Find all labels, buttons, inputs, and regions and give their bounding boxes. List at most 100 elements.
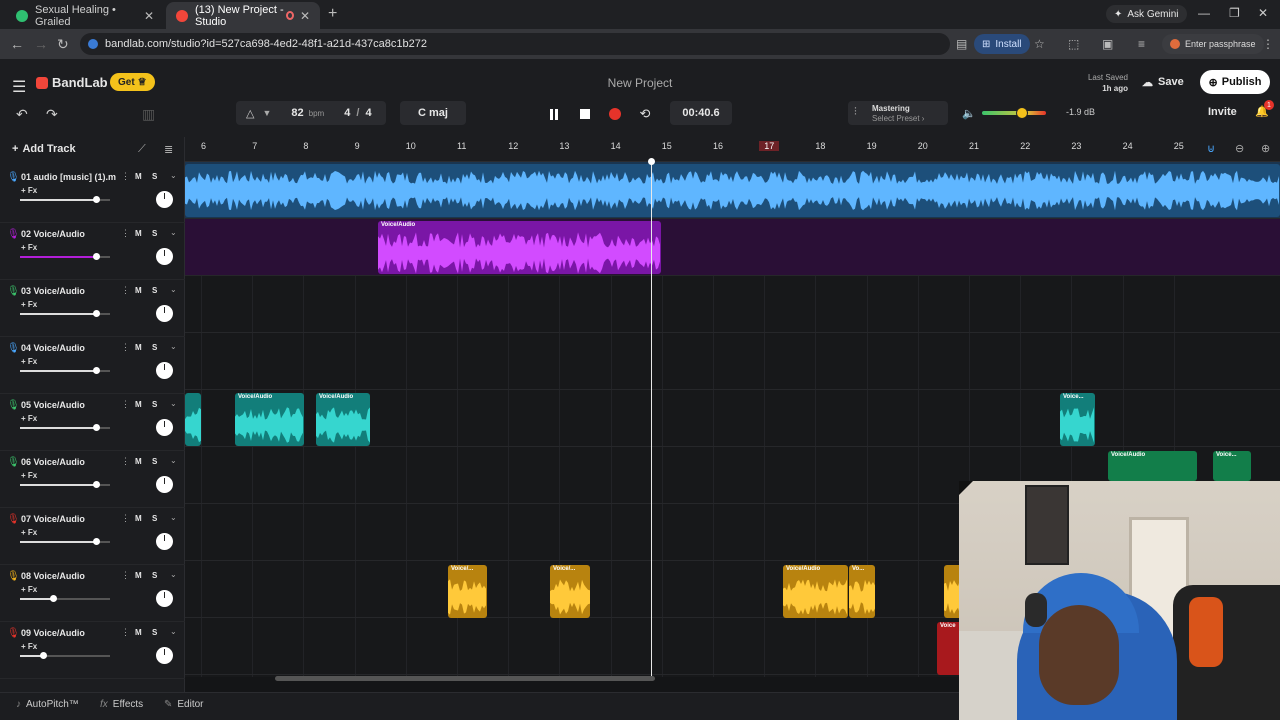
timeline-ruler[interactable]: 6 7 8 9 10 11 12 13 14 15 16 17 18 19 20 21 22 23 24 25 ⊍ ⊖… — [185, 137, 1280, 162]
undo-icon[interactable]: ↶ — [16, 106, 28, 123]
media-controls-icon[interactable]: ≡ — [1138, 37, 1145, 51]
track-name[interactable]: 07 Voice/Audio — [21, 514, 116, 524]
mixer-icon[interactable]: ▥ — [142, 106, 155, 123]
volume-handle[interactable] — [92, 196, 100, 203]
mute-button[interactable]: M — [135, 172, 142, 181]
restore-icon[interactable]: ❐ — [1229, 6, 1240, 20]
master-volume-knob[interactable] — [1015, 107, 1028, 119]
track-name[interactable]: 03 Voice/Audio — [21, 286, 116, 296]
volume-handle[interactable] — [50, 595, 58, 602]
solo-button[interactable]: S — [152, 172, 157, 181]
bpm-value[interactable]: 82 — [291, 107, 303, 119]
add-fx-button[interactable]: + Fx — [21, 642, 37, 651]
track-lane[interactable] — [185, 333, 1280, 390]
chevron-down-icon[interactable]: ⌄ — [170, 342, 177, 351]
pan-knob[interactable] — [156, 248, 173, 265]
track-header[interactable]: 🎙 02 Voice/Audio + Fx ⋮ M S ⌄ — [0, 223, 185, 280]
chevron-down-icon[interactable]: ⌄ — [170, 570, 177, 579]
mastering-preset-button[interactable]: ⫶ Mastering Select Preset › — [848, 101, 948, 125]
save-button[interactable]: ☁ Save — [1134, 71, 1192, 93]
track-lane[interactable] — [185, 276, 1280, 333]
volume-handle[interactable] — [40, 652, 48, 659]
chevron-down-icon[interactable]: ▼ — [262, 108, 271, 118]
zoom-in-icon[interactable]: ⊕ — [1261, 142, 1270, 155]
track-more-icon[interactable]: ⋮ — [121, 627, 130, 638]
extensions-icon[interactable]: ⬚ — [1068, 37, 1079, 51]
mute-button[interactable]: M — [135, 229, 142, 238]
add-fx-button[interactable]: + Fx — [21, 471, 37, 480]
loop-icon[interactable]: ⟲ — [637, 106, 653, 122]
track-volume-slider[interactable] — [20, 424, 110, 431]
close-tab-icon[interactable]: ✕ — [300, 9, 310, 23]
tempo-control[interactable]: △ ▼ 82 bpm 4 / 4 — [236, 101, 386, 125]
get-membership-button[interactable]: Get ♕ — [110, 73, 155, 91]
minimize-icon[interactable]: — — [1198, 6, 1210, 20]
solo-button[interactable]: S — [152, 628, 157, 637]
track-volume-slider[interactable] — [20, 367, 110, 374]
add-fx-button[interactable]: + Fx — [21, 186, 37, 195]
metronome-icon[interactable]: △ — [246, 107, 254, 120]
track-more-icon[interactable]: ⋮ — [121, 456, 130, 467]
chevron-down-icon[interactable]: ⌄ — [170, 171, 177, 180]
pan-knob[interactable] — [156, 305, 173, 322]
add-fx-button[interactable]: + Fx — [21, 357, 37, 366]
profile-passphrase-button[interactable]: Enter passphrase — [1162, 34, 1264, 54]
add-fx-button[interactable]: + Fx — [21, 300, 37, 309]
track-volume-slider[interactable] — [20, 595, 110, 602]
solo-button[interactable]: S — [152, 400, 157, 409]
pan-knob[interactable] — [156, 590, 173, 607]
snap-magnet-icon[interactable]: ⊍ — [1207, 142, 1215, 155]
volume-handle[interactable] — [92, 538, 100, 545]
pan-knob[interactable] — [156, 533, 173, 550]
ask-gemini-button[interactable]: ✦ Ask Gemini — [1106, 5, 1187, 23]
redo-icon[interactable]: ↷ — [46, 106, 58, 123]
add-fx-button[interactable]: + Fx — [21, 585, 37, 594]
zoom-out-icon[interactable]: ⊖ — [1235, 142, 1244, 155]
stop-button[interactable] — [577, 106, 593, 122]
solo-button[interactable]: S — [152, 286, 157, 295]
key-selector[interactable]: C maj — [400, 101, 466, 125]
mute-button[interactable]: M — [135, 514, 142, 523]
forward-icon[interactable]: → — [34, 36, 48, 52]
effects-button[interactable]: fx Effects — [100, 699, 143, 710]
track-name[interactable]: 01 audio [music] (1).m... — [21, 172, 116, 182]
volume-handle[interactable] — [92, 367, 100, 374]
audio-clip-track-8[interactable]: Voice/... — [448, 565, 487, 618]
track-volume-slider[interactable] — [20, 652, 110, 659]
audio-clip-track-2[interactable]: Voice/Audio — [378, 221, 661, 274]
close-tab-icon[interactable]: ✕ — [144, 9, 154, 23]
track-header[interactable]: 🎙 04 Voice/Audio + Fx ⋮ M S ⌄ — [0, 337, 185, 394]
reader-mode-icon[interactable]: ▤ — [956, 37, 967, 51]
install-app-button[interactable]: ⊞ Install — [974, 34, 1030, 54]
track-name[interactable]: 05 Voice/Audio — [21, 400, 116, 410]
add-fx-button[interactable]: + Fx — [21, 528, 37, 537]
editor-button[interactable]: ✎ Editor — [164, 699, 204, 710]
solo-button[interactable]: S — [152, 514, 157, 523]
audio-clip-track-8[interactable]: Vo... — [849, 565, 875, 618]
hamburger-menu-icon[interactable]: ☰ — [12, 77, 26, 97]
browser-tab-studio[interactable]: (13) New Project - Studio ✕ — [166, 2, 320, 29]
volume-handle[interactable] — [92, 253, 100, 260]
pan-knob[interactable] — [156, 647, 173, 664]
mute-button[interactable]: M — [135, 286, 142, 295]
mute-button[interactable]: M — [135, 457, 142, 466]
solo-button[interactable]: S — [152, 229, 157, 238]
audio-clip-track-1[interactable] — [185, 164, 1280, 217]
wand-icon[interactable]: ⟋ — [138, 143, 146, 156]
volume-handle[interactable] — [92, 424, 100, 431]
track-name[interactable]: 08 Voice/Audio — [21, 571, 116, 581]
track-header[interactable]: 🎙 05 Voice/Audio + Fx ⋮ M S ⌄ — [0, 394, 185, 451]
chevron-down-icon[interactable]: ⌄ — [170, 456, 177, 465]
chevron-down-icon[interactable]: ⌄ — [170, 228, 177, 237]
publish-button[interactable]: ⊕ Publish — [1200, 70, 1270, 94]
bookmark-star-icon[interactable]: ☆ — [1034, 37, 1045, 51]
track-more-icon[interactable]: ⋮ — [121, 171, 130, 182]
chevron-down-icon[interactable]: ⌄ — [170, 513, 177, 522]
track-volume-slider[interactable] — [20, 481, 110, 488]
add-track-button[interactable]: + Add Track — [12, 143, 76, 155]
mute-button[interactable]: M — [135, 628, 142, 637]
pause-button[interactable] — [546, 106, 562, 122]
mute-button[interactable]: M — [135, 400, 142, 409]
speaker-icon[interactable]: 🔈 — [962, 107, 976, 120]
track-name[interactable]: 09 Voice/Audio — [21, 628, 116, 638]
